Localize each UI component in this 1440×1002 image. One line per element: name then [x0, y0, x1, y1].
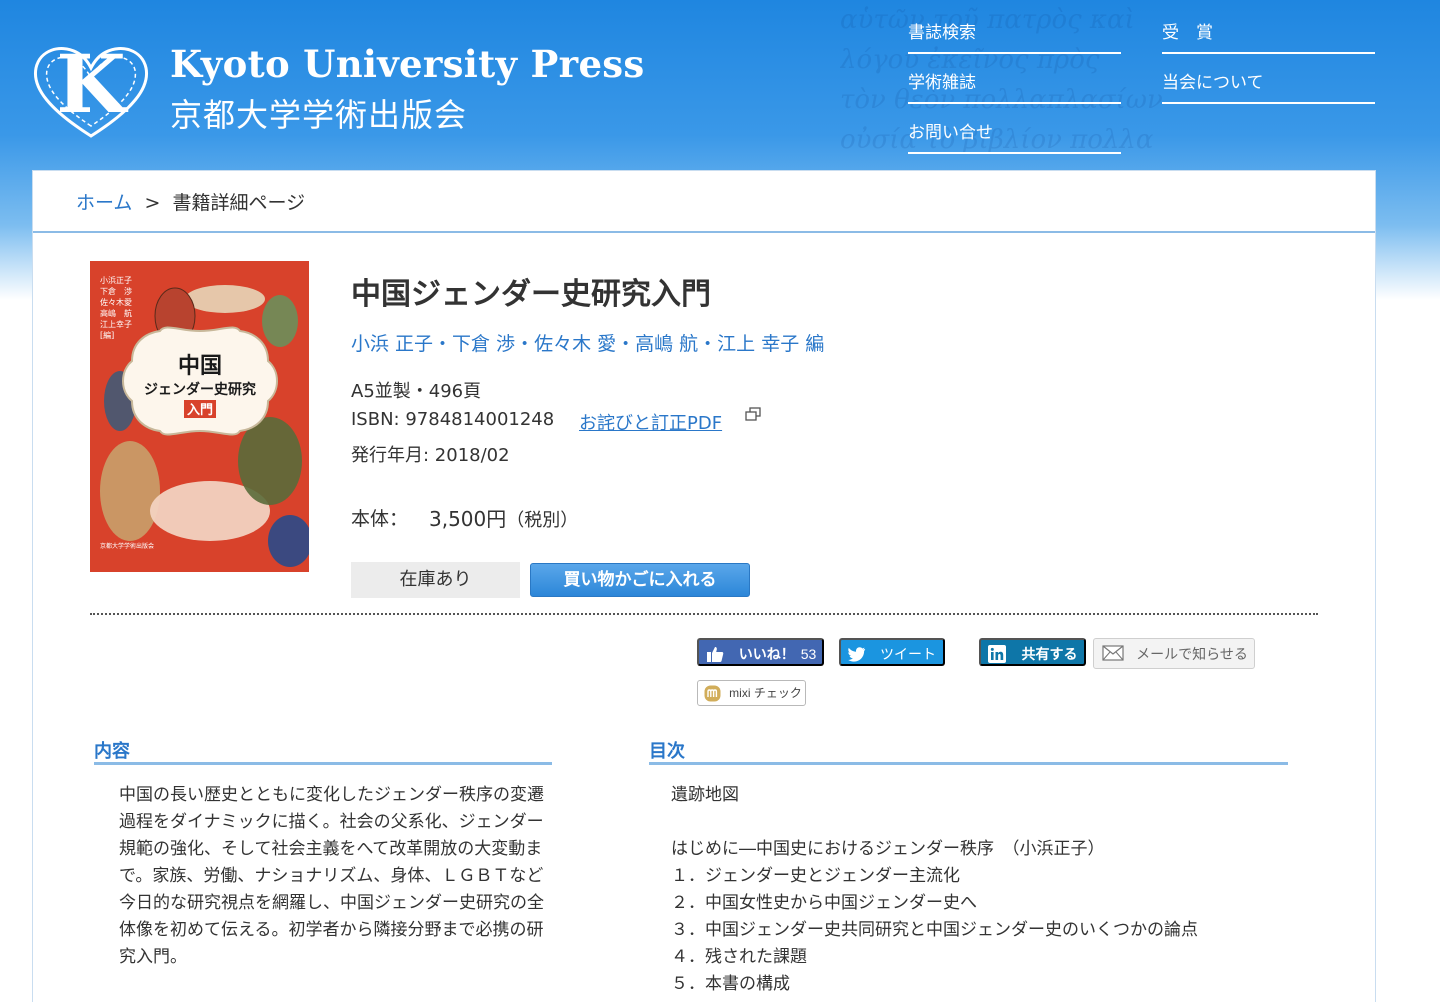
nav-awards[interactable]: 受 賞 [1162, 4, 1375, 54]
price-amount: 3,500円 [429, 507, 507, 531]
mixi-check-button[interactable]: mixi チェック [697, 680, 806, 706]
toc-item: ３．中国ジェンダー史共同研究と中国ジェンダー史のいくつかの論点 [671, 920, 1198, 940]
erratum-pdf-link[interactable]: お詫びと訂正PDF [579, 409, 722, 435]
svg-text:小浜正子: 小浜正子 [100, 275, 132, 285]
svg-text:佐々木愛: 佐々木愛 [100, 297, 132, 307]
price-value: 3,500円（税別） [429, 503, 578, 532]
add-to-cart-button[interactable]: 買い物かごに入れる [530, 563, 750, 597]
book-cover-image[interactable]: 小浜正子 下倉 渉 佐々木愛 高嶋 航 江上幸子 [編] 中国 ジェンダー史研究… [90, 261, 309, 572]
site-logo[interactable]: K Kyoto University Press 京都大学学術出版会 [30, 40, 644, 150]
facebook-like-count: 53 [800, 646, 817, 662]
mixi-icon [704, 685, 721, 702]
breadcrumb-separator: > [144, 192, 161, 214]
stock-status-badge: 在庫あり [351, 562, 520, 598]
svg-text:K: K [56, 40, 128, 131]
external-link-icon [745, 407, 761, 421]
nav-contact[interactable]: お問い合せ [908, 104, 1121, 154]
breadcrumb: ホーム > 書籍詳細ページ [33, 171, 1375, 233]
toc-item: ５．本書の構成 [671, 974, 790, 994]
nav-academic-journals[interactable]: 学術雑誌 [908, 54, 1121, 104]
toc-item: ４．残された課題 [671, 947, 807, 967]
toc-item: はじめに―中国史におけるジェンダー秩序 （小浜正子） [671, 839, 1105, 859]
logo-english-name: Kyoto University Press [170, 42, 645, 86]
facebook-like-label: いいね！ [738, 646, 795, 662]
logo-k-emblem-icon: K [33, 40, 149, 138]
linkedin-share-label: 共有する [1021, 646, 1078, 662]
book-format: A5並製・496頁 [351, 381, 482, 402]
breadcrumb-current: 書籍詳細ページ [172, 192, 306, 214]
toc-heading: 目次 [649, 737, 1288, 765]
toc-item: 遺跡地図 [671, 785, 739, 805]
facebook-like-button[interactable]: いいね！ 53 [697, 638, 824, 666]
toc-item: ２．中国女性史から中国ジェンダー史へ [671, 893, 977, 913]
toc-item [671, 809, 1351, 836]
envelope-icon [1102, 645, 1124, 661]
linkedin-icon [988, 645, 1006, 663]
email-share-button[interactable]: メールで知らせる [1093, 638, 1255, 669]
svg-text:下倉 渉: 下倉 渉 [100, 286, 132, 296]
price-tax-note: （税別） [506, 510, 579, 531]
mixi-check-label: mixi チェック [729, 686, 802, 700]
linkedin-share-button[interactable]: 共有する [979, 638, 1086, 666]
svg-text:中国: 中国 [178, 353, 222, 379]
table-of-contents: 遺跡地図 はじめに―中国史におけるジェンダー秩序 （小浜正子） １．ジェンダー史… [671, 782, 1351, 998]
book-isbn: ISBN: 9784814001248 [351, 409, 555, 430]
main-content-panel: ホーム > 書籍詳細ページ 小浜正子 下倉 渉 佐々木愛 高嶋 航 江上幸子 [… [32, 170, 1376, 1002]
section-divider [90, 613, 1318, 615]
svg-text:入門: 入門 [187, 403, 213, 418]
toc-item: １．ジェンダー史とジェンダー主流化 [671, 866, 960, 886]
book-cover-illustration: 小浜正子 下倉 渉 佐々木愛 高嶋 航 江上幸子 [編] 中国 ジェンダー史研究… [90, 261, 309, 572]
book-publication-date: 発行年月: 2018/02 [351, 445, 510, 466]
svg-text:江上幸子: 江上幸子 [100, 320, 132, 329]
book-title: 中国ジェンダー史研究入門 [351, 277, 711, 312]
nav-book-search[interactable]: 書誌検索 [908, 4, 1121, 54]
tweet-button[interactable]: ツイート [839, 638, 945, 666]
svg-text:京都大学学術出版会: 京都大学学術出版会 [100, 542, 154, 550]
description-heading: 内容 [94, 737, 552, 765]
email-share-label: メールで知らせる [1136, 645, 1248, 662]
nav-about[interactable]: 当会について [1162, 54, 1375, 104]
svg-text:高嶋 航: 高嶋 航 [100, 308, 132, 318]
price-label: 本体： [351, 508, 409, 530]
svg-text:[編]: [編] [100, 330, 114, 340]
breadcrumb-home-link[interactable]: ホーム [76, 192, 132, 214]
description-text: 中国の長い歴史とともに変化したジェンダー秩序の変遷過程をダイナミックに描く。社会… [119, 785, 544, 967]
twitter-bird-icon [848, 647, 866, 662]
svg-text:ジェンダー史研究: ジェンダー史研究 [144, 381, 256, 398]
logo-japanese-name: 京都大学学術出版会 [170, 96, 468, 134]
book-authors-link[interactable]: 小浜 正子・下倉 渉・佐々木 愛・高嶋 航・江上 幸子 編 [351, 329, 824, 356]
thumbs-up-icon [707, 647, 724, 662]
tweet-label: ツイート [880, 646, 936, 662]
